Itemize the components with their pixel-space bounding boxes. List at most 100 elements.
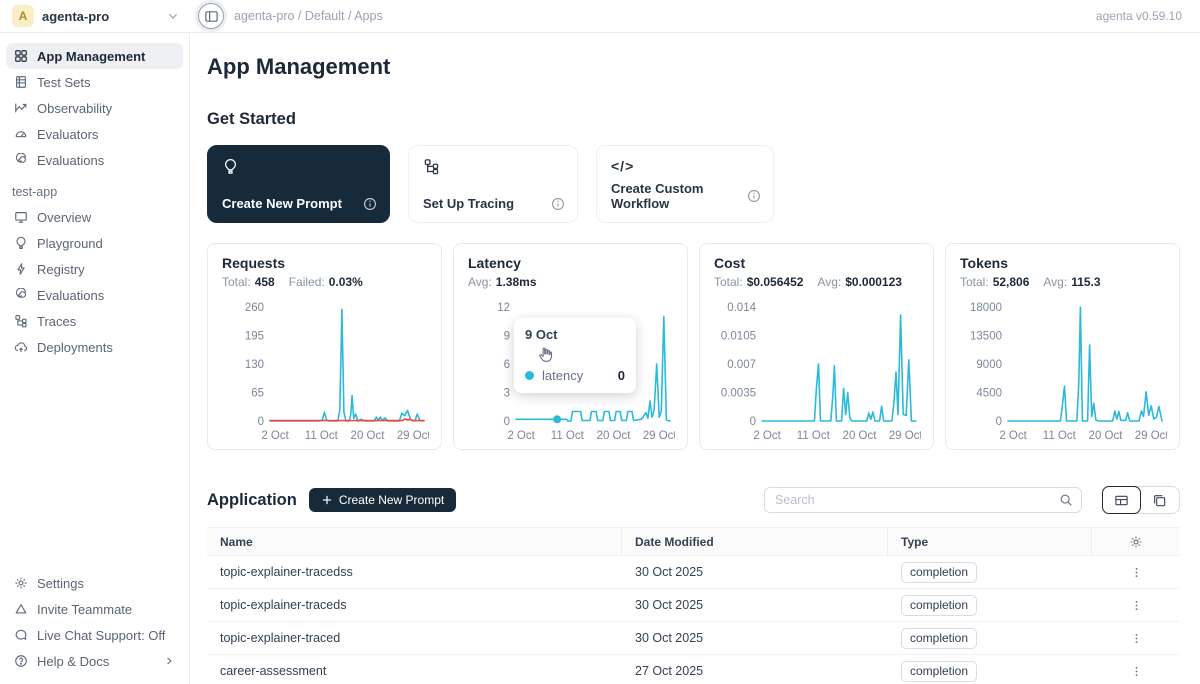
info-icon[interactable] [363, 197, 377, 211]
card-view-button[interactable] [1140, 487, 1179, 513]
svg-text:0.0035: 0.0035 [721, 388, 756, 400]
date-modified: 27 Oct 2025 [622, 664, 888, 678]
workspace-selector[interactable]: A agenta-pro [0, 0, 190, 32]
svg-text:0: 0 [504, 416, 510, 428]
column-header-date-modified[interactable]: Date Modified [622, 528, 888, 555]
set-up-tracing-card[interactable]: Set Up Tracing [408, 145, 578, 223]
get-started-heading: Get Started [207, 110, 1180, 129]
workspace-name: agenta-pro [42, 9, 109, 24]
chat-icon [14, 628, 28, 642]
get-started-cards: Create New Prompt Set Up Tracing </> Cre… [207, 145, 1180, 223]
sidebar-item-label: Evaluations [37, 153, 104, 168]
table-view-button[interactable] [1102, 486, 1141, 514]
chart-stats: Total:458 Failed:0.03% [222, 275, 427, 289]
search-input[interactable] [775, 493, 1059, 507]
svg-text:0: 0 [258, 416, 264, 428]
sidebar-item-label: Settings [37, 576, 84, 591]
monitor-icon [14, 210, 28, 224]
table-row[interactable]: topic-explainer-traced 30 Oct 2025 compl… [207, 622, 1180, 655]
table-row[interactable]: topic-explainer-traceds 30 Oct 2025 comp… [207, 589, 1180, 622]
question-icon [14, 654, 28, 668]
sidebar-item-observability[interactable]: Observability [6, 95, 183, 121]
svg-text:2 Oct: 2 Oct [507, 430, 535, 442]
column-header-name[interactable]: Name [207, 528, 622, 555]
lightning-icon [14, 262, 28, 276]
chart-stats: Total:52,806 Avg:115.3 [960, 275, 1165, 289]
requests-chart[interactable]: 0651301952602 Oct11 Oct20 Oct29 Oct [222, 295, 427, 447]
sidebar-item-help-docs[interactable]: Help & Docs [6, 648, 183, 674]
sidebar-item-registry[interactable]: Registry [6, 256, 183, 282]
search-box[interactable] [764, 487, 1082, 513]
sidebar-item-traces[interactable]: Traces [6, 308, 183, 334]
tokens-chart[interactable]: 04500900013500180002 Oct11 Oct20 Oct29 O… [960, 295, 1165, 447]
column-settings-gear-icon[interactable] [1129, 535, 1143, 549]
svg-text:9: 9 [504, 331, 510, 343]
info-icon[interactable] [747, 189, 761, 203]
sidebar-toggle-button[interactable] [198, 3, 224, 29]
triangle-icon [14, 602, 28, 616]
card-label: Create New Prompt [222, 196, 342, 211]
svg-text:0: 0 [996, 416, 1002, 428]
sidebar-item-settings[interactable]: Settings [6, 570, 183, 596]
svg-text:12: 12 [497, 302, 510, 314]
sidebar-item-live-chat-support[interactable]: Live Chat Support: Off [6, 622, 183, 648]
view-toggle [1102, 486, 1180, 514]
sidebar-item-app-management[interactable]: App Management [6, 43, 183, 69]
column-header-type[interactable]: Type [888, 528, 1092, 555]
sidebar-item-deployments[interactable]: Deployments [6, 334, 183, 360]
svg-text:11 Oct: 11 Oct [551, 430, 585, 442]
table-row[interactable]: topic-explainer-tracedss 30 Oct 2025 com… [207, 556, 1180, 589]
latency-card: Latency Avg:1.38ms 0369122 Oct11 Oct20 O… [453, 243, 688, 450]
card-label: Set Up Tracing [423, 196, 514, 211]
row-menu-icon[interactable] [1130, 632, 1143, 645]
breadcrumb[interactable]: agenta-pro / Default / Apps [234, 9, 383, 23]
testsets-icon [14, 75, 28, 89]
svg-text:13500: 13500 [970, 331, 1002, 343]
gear-icon [14, 576, 28, 590]
type-badge: completion [901, 595, 977, 616]
sidebar-item-test-sets[interactable]: Test Sets [6, 69, 183, 95]
sidebar-item-evaluations-app[interactable]: Evaluations [6, 282, 183, 308]
cloud-up-icon [14, 340, 28, 354]
svg-text:4500: 4500 [976, 388, 1002, 400]
row-menu-icon[interactable] [1130, 566, 1143, 579]
sidebar-item-label: Evaluations [37, 288, 104, 303]
info-icon[interactable] [551, 197, 565, 211]
create-new-prompt-card[interactable]: Create New Prompt [207, 145, 390, 223]
sidebar-item-evaluators[interactable]: Evaluators [6, 121, 183, 147]
button-label: Create New Prompt [339, 493, 444, 507]
svg-text:130: 130 [245, 359, 264, 371]
spiral-icon [14, 153, 28, 167]
sidebar-item-overview[interactable]: Overview [6, 204, 183, 230]
svg-text:195: 195 [245, 331, 264, 343]
sidebar-item-label: Evaluators [37, 127, 98, 142]
row-menu-icon[interactable] [1130, 599, 1143, 612]
chevron-right-icon [163, 655, 175, 667]
page-title: App Management [207, 54, 1180, 80]
svg-text:0.007: 0.007 [727, 359, 756, 371]
create-custom-workflow-card[interactable]: </> Create Custom Workflow [596, 145, 774, 223]
sidebar-item-label: Deployments [37, 340, 113, 355]
sidebar-item-label: Traces [37, 314, 76, 329]
svg-text:20 Oct: 20 Oct [351, 430, 386, 442]
sidebar-item-playground[interactable]: Playground [6, 230, 183, 256]
sidebar-item-evaluations[interactable]: Evaluations [6, 147, 183, 173]
date-modified: 30 Oct 2025 [622, 565, 888, 579]
svg-text:20 Oct: 20 Oct [843, 430, 878, 442]
create-new-prompt-button[interactable]: Create New Prompt [309, 488, 456, 512]
svg-text:29 Oct: 29 Oct [1135, 430, 1167, 442]
chart-title: Latency [468, 255, 673, 271]
row-menu-icon[interactable] [1130, 665, 1143, 678]
sidebar-item-label: Invite Teammate [37, 602, 132, 617]
tooltip-date: 9 Oct [525, 327, 625, 342]
sidebar-item-label: Test Sets [37, 75, 90, 90]
svg-text:11 Oct: 11 Oct [797, 430, 831, 442]
sidebar-item-label: Help & Docs [37, 654, 109, 669]
sidebar-item-invite-teammate[interactable]: Invite Teammate [6, 596, 183, 622]
requests-card: Requests Total:458 Failed:0.03% 06513019… [207, 243, 442, 450]
search-icon [1059, 493, 1073, 507]
svg-text:0.0105: 0.0105 [721, 331, 756, 343]
panel-left-icon [204, 9, 219, 24]
cost-chart[interactable]: 00.00350.0070.01050.0142 Oct11 Oct20 Oct… [714, 295, 919, 447]
table-row[interactable]: career-assessment 27 Oct 2025 completion [207, 655, 1180, 684]
